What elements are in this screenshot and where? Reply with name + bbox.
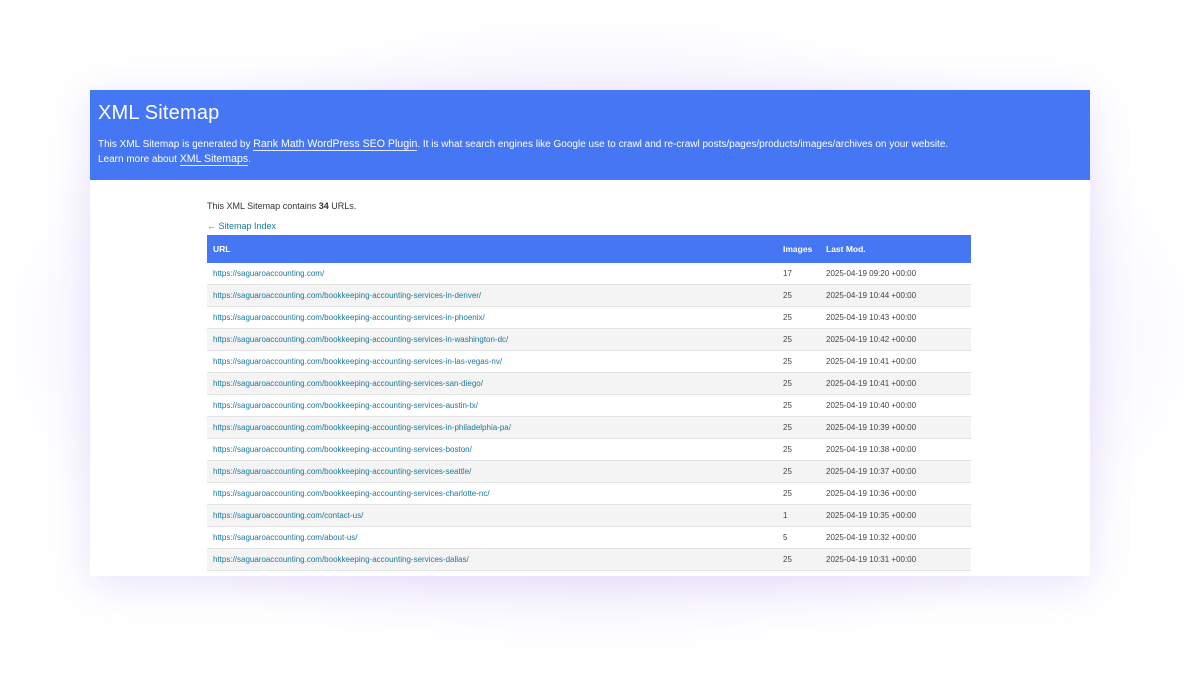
images-count-cell: 1 [777,504,820,527]
last-mod-cell: 2025-04-19 10:37 +00:00 [820,460,971,483]
url-cell: https://saguaroaccounting.com/about-us/ [207,526,777,549]
table-row: https://saguaroaccounting.com/about-us/5… [207,526,971,549]
images-count-cell: 25 [777,438,820,461]
rank-math-plugin-link[interactable]: Rank Math WordPress SEO Plugin [253,138,418,151]
table-row: https://saguaroaccounting.com/bookkeepin… [207,438,971,461]
images-column-header: Images [783,244,813,254]
images-count-cell: 25 [777,548,820,571]
last-mod-cell: 2025-04-19 10:41 +00:00 [820,372,971,395]
last-mod-cell: 2025-04-19 10:43 +00:00 [820,306,971,329]
url-link[interactable]: https://saguaroaccounting.com/contact-us… [213,511,363,520]
url-cell: https://saguaroaccounting.com/bookkeepin… [207,482,777,505]
last-mod-cell: 2025-04-19 10:36 +00:00 [820,482,971,505]
images-count-cell: 5 [777,526,820,549]
url-link[interactable]: https://saguaroaccounting.com/about-us/ [213,533,358,542]
images-count-cell: 25 [777,350,820,373]
table-row: https://saguaroaccounting.com/bookkeepin… [207,328,971,351]
table-body: https://saguaroaccounting.com/17 2025-04-… [207,263,971,571]
url-cell: https://saguaroaccounting.com/bookkeepin… [207,460,777,483]
url-link[interactable]: https://saguaroaccounting.com/bookkeepin… [213,555,469,564]
last-mod-cell: 2025-04-19 10:31 +00:00 [820,548,971,571]
table-row: https://saguaroaccounting.com/bookkeepin… [207,460,971,483]
url-cell: https://saguaroaccounting.com/bookkeepin… [207,306,777,329]
images-count-cell: 25 [777,328,820,351]
url-cell: https://saguaroaccounting.com/bookkeepin… [207,416,777,439]
images-count-cell: 25 [777,284,820,307]
table-row: https://saguaroaccounting.com/bookkeepin… [207,394,971,417]
table-header: URL Images Last Mod. [207,235,971,263]
description-text-2: . It is what search engines like Google … [417,139,949,150]
last-mod-cell: 2025-04-19 10:35 +00:00 [820,504,971,527]
last-mod-cell: 2025-04-19 10:42 +00:00 [820,328,971,351]
table-row: https://saguaroaccounting.com/bookkeepin… [207,372,971,395]
url-link[interactable]: https://saguaroaccounting.com/bookkeepin… [213,313,485,322]
url-link[interactable]: https://saguaroaccounting.com/bookkeepin… [213,335,508,344]
page-background: XML Sitemap This XML Sitemap is generate… [0,0,1200,687]
summary-text-end: URLs. [328,201,357,211]
images-count-cell: 17 [777,263,820,285]
images-count-cell: 25 [777,416,820,439]
table-row: https://saguaroaccounting.com/bookkeepin… [207,416,971,439]
browser-window: XML Sitemap This XML Sitemap is generate… [90,90,1090,576]
url-link[interactable]: https://saguaroaccounting.com/ [213,269,324,278]
images-count-cell: 25 [777,460,820,483]
table-row: https://saguaroaccounting.com/contact-us… [207,504,971,527]
summary-text: This XML Sitemap contains [207,201,319,211]
learn-more-text: Learn more about [98,154,180,165]
sitemap-header: XML Sitemap This XML Sitemap is generate… [90,90,1090,180]
last-mod-cell: 2025-04-19 09:20 +00:00 [820,263,971,285]
table-row: https://saguaroaccounting.com/bookkeepin… [207,548,971,571]
table-row: https://saguaroaccounting.com/bookkeepin… [207,284,971,307]
url-link[interactable]: https://saguaroaccounting.com/bookkeepin… [213,401,478,410]
url-link[interactable]: https://saguaroaccounting.com/bookkeepin… [213,467,471,476]
url-cell: https://saguaroaccounting.com/ [207,263,777,285]
url-cell: https://saguaroaccounting.com/bookkeepin… [207,350,777,373]
last-mod-column-header: Last Mod. [826,244,866,254]
url-count-summary: This XML Sitemap contains 34 URLs. [207,200,971,212]
last-mod-cell: 2025-04-19 10:32 +00:00 [820,526,971,549]
sitemap-content: This XML Sitemap contains 34 URLs. ← Sit… [207,180,971,571]
table-row: https://saguaroaccounting.com/17 2025-04-… [207,263,971,285]
table-header-row: URL Images Last Mod. [207,235,971,263]
table-row: https://saguaroaccounting.com/bookkeepin… [207,350,971,373]
table-row: https://saguaroaccounting.com/bookkeepin… [207,306,971,329]
images-count-cell: 25 [777,306,820,329]
url-cell: https://saguaroaccounting.com/bookkeepin… [207,548,777,571]
url-count: 34 [318,201,329,211]
images-count-cell: 25 [777,394,820,417]
url-link[interactable]: https://saguaroaccounting.com/bookkeepin… [213,489,490,498]
xml-sitemaps-link[interactable]: XML Sitemaps [179,153,249,166]
last-mod-cell: 2025-04-19 10:40 +00:00 [820,394,971,417]
url-cell: https://saguaroaccounting.com/bookkeepin… [207,394,777,417]
url-link[interactable]: https://saguaroaccounting.com/bookkeepin… [213,445,472,454]
url-link[interactable]: https://saguaroaccounting.com/bookkeepin… [213,379,483,388]
description-text: This XML Sitemap is generated by [98,139,254,150]
url-link[interactable]: https://saguaroaccounting.com/bookkeepin… [213,291,481,300]
url-cell: https://saguaroaccounting.com/bookkeepin… [207,438,777,461]
sitemap-table: URL Images Last Mod. https://saguaroacco… [207,235,971,571]
last-mod-cell: 2025-04-19 10:44 +00:00 [820,284,971,307]
table-row: https://saguaroaccounting.com/bookkeepin… [207,482,971,505]
url-cell: https://saguaroaccounting.com/bookkeepin… [207,372,777,395]
sitemap-index-link[interactable]: ← Sitemap Index [207,220,971,232]
url-link[interactable]: https://saguaroaccounting.com/bookkeepin… [213,423,511,432]
last-mod-cell: 2025-04-19 10:41 +00:00 [820,350,971,373]
url-link[interactable]: https://saguaroaccounting.com/bookkeepin… [213,357,502,366]
header-description: This XML Sitemap is generated by Rank Ma… [98,137,1082,167]
images-count-cell: 25 [777,372,820,395]
url-column-header: URL [213,244,231,254]
learn-more-period: . [248,154,251,165]
images-count-cell: 25 [777,482,820,505]
last-mod-cell: 2025-04-19 10:38 +00:00 [820,438,971,461]
url-cell: https://saguaroaccounting.com/bookkeepin… [207,328,777,351]
page-title: XML Sitemap [98,102,220,124]
url-cell: https://saguaroaccounting.com/contact-us… [207,504,777,527]
last-mod-cell: 2025-04-19 10:39 +00:00 [820,416,971,439]
url-cell: https://saguaroaccounting.com/bookkeepin… [207,284,777,307]
